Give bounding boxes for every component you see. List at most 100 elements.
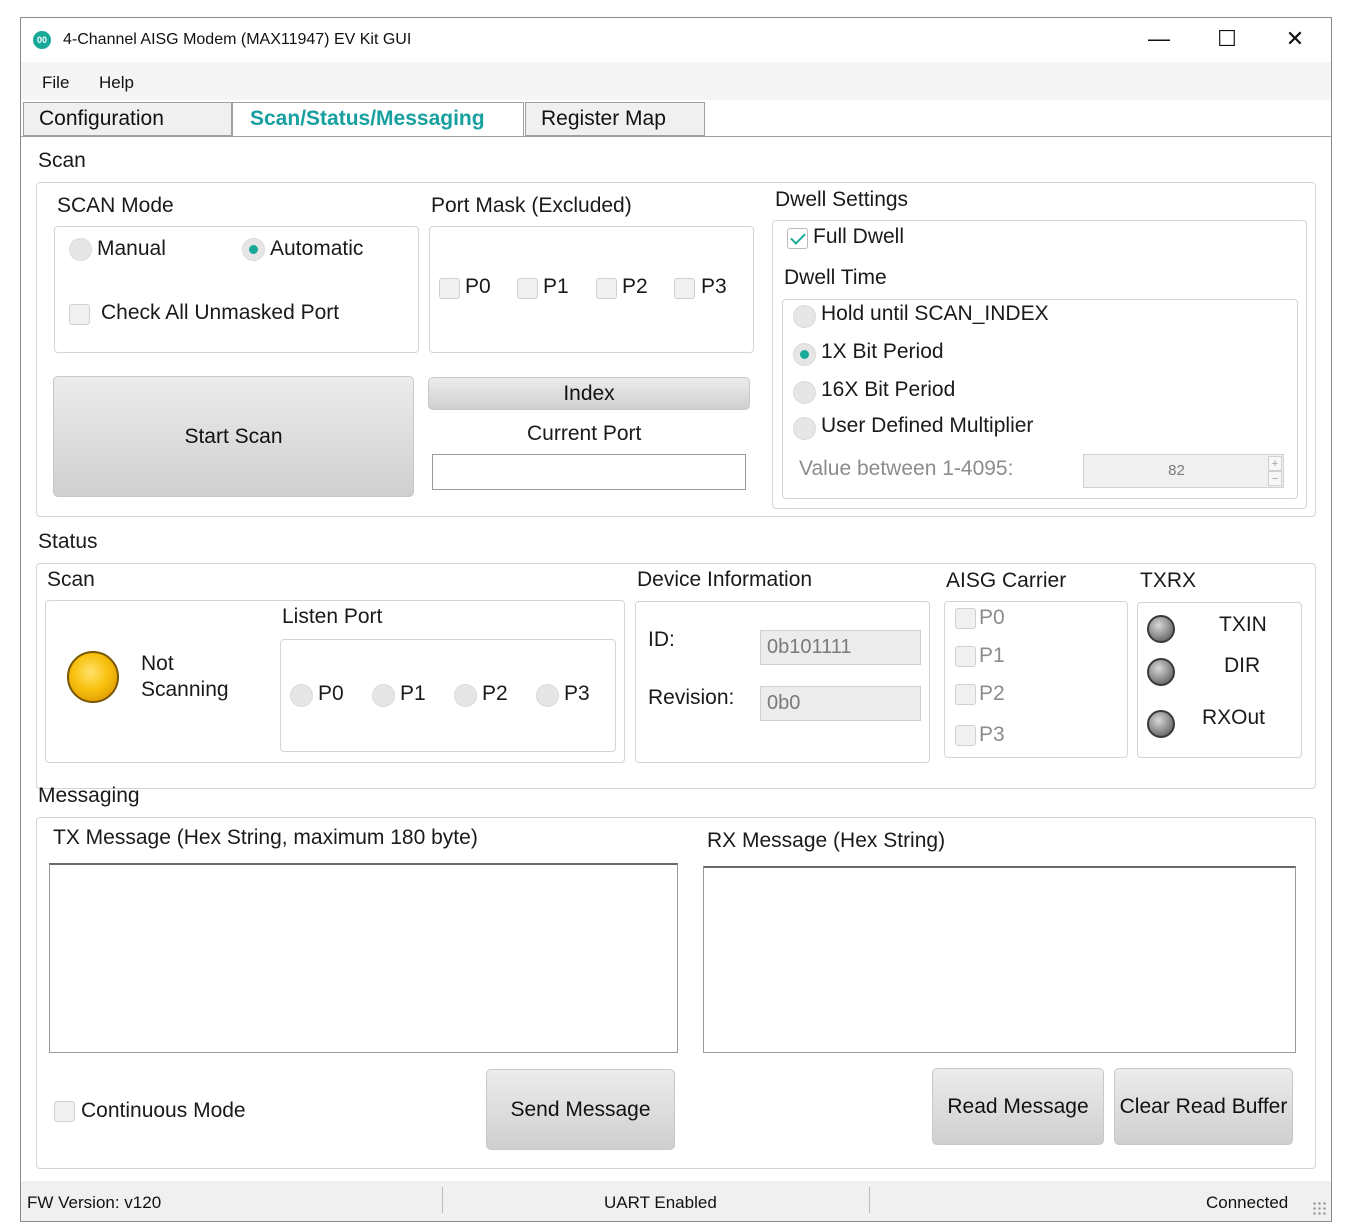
tx-message-label: TX Message (Hex String, maximum 180 byte… bbox=[53, 826, 478, 849]
carrier-p0-checkbox bbox=[955, 608, 976, 629]
listen-p1-radio bbox=[372, 684, 395, 707]
status-section-title: Status bbox=[38, 530, 98, 553]
dwell-time-title: Dwell Time bbox=[784, 266, 887, 289]
menu-file[interactable]: File bbox=[42, 73, 69, 93]
hold-until-scan-index-label: Hold until SCAN_INDEX bbox=[821, 302, 1049, 325]
tab-bar: Configuration Scan/Status/Messaging Regi… bbox=[21, 102, 1331, 138]
full-dwell-label: Full Dwell bbox=[813, 225, 905, 248]
manual-radio[interactable] bbox=[69, 238, 92, 261]
check-all-unmasked-checkbox[interactable] bbox=[69, 304, 90, 325]
continuous-mode-checkbox[interactable] bbox=[54, 1101, 75, 1122]
hold-until-scan-index-radio[interactable] bbox=[793, 305, 816, 328]
1x-bit-period-label: 1X Bit Period bbox=[821, 340, 944, 363]
mask-p0-label: P0 bbox=[465, 275, 491, 298]
listen-p0-label: P0 bbox=[318, 682, 344, 705]
mask-p3-checkbox[interactable] bbox=[674, 278, 695, 299]
manual-label: Manual bbox=[97, 237, 166, 260]
mask-p3-label: P3 bbox=[701, 275, 727, 298]
carrier-p3-label: P3 bbox=[979, 723, 1005, 746]
device-id-label: ID: bbox=[648, 628, 675, 651]
connection-status-text: Connected bbox=[1206, 1193, 1289, 1212]
read-message-button[interactable]: Read Message bbox=[932, 1068, 1104, 1145]
16x-bit-period-radio[interactable] bbox=[793, 381, 816, 404]
menu-bar: File Help bbox=[21, 62, 1331, 100]
mask-p2-label: P2 bbox=[622, 275, 648, 298]
statusbar-divider bbox=[442, 1187, 443, 1213]
full-dwell-checkbox[interactable] bbox=[787, 228, 808, 249]
rxout-label: RXOut bbox=[1202, 706, 1266, 729]
minimize-button[interactable]: — bbox=[1125, 18, 1193, 62]
scan-section-title: Scan bbox=[38, 149, 86, 172]
rx-message-textarea[interactable] bbox=[703, 866, 1296, 1053]
listen-p3-label: P3 bbox=[564, 682, 590, 705]
listen-p1-label: P1 bbox=[400, 682, 426, 705]
maximize-button[interactable]: ☐ bbox=[1193, 18, 1261, 62]
mask-p0-checkbox[interactable] bbox=[439, 278, 460, 299]
messaging-section-title: Messaging bbox=[38, 784, 140, 807]
scan-state-line1: Not bbox=[141, 652, 174, 675]
status-scan-title: Scan bbox=[47, 568, 95, 591]
txrx-title: TXRX bbox=[1140, 569, 1197, 592]
16x-bit-period-label: 16X Bit Period bbox=[821, 378, 956, 401]
rx-message-label: RX Message (Hex String) bbox=[707, 829, 946, 852]
dwell-settings-title: Dwell Settings bbox=[775, 188, 909, 211]
carrier-p1-checkbox bbox=[955, 646, 976, 667]
spin-down-button[interactable]: − bbox=[1268, 471, 1282, 486]
status-bar: FW Version: v120 UART Enabled Connected bbox=[21, 1181, 1331, 1221]
clear-read-buffer-button[interactable]: Clear Read Buffer bbox=[1114, 1068, 1293, 1145]
listen-p2-radio bbox=[454, 684, 477, 707]
statusbar-divider bbox=[869, 1187, 870, 1213]
carrier-p3-checkbox bbox=[955, 725, 976, 746]
device-id-field: 0b101111 bbox=[760, 630, 921, 665]
dir-led-icon bbox=[1147, 658, 1175, 686]
resize-grip-icon[interactable] bbox=[1312, 1201, 1326, 1215]
carrier-p2-label: P2 bbox=[979, 682, 1005, 705]
mask-p1-checkbox[interactable] bbox=[517, 278, 538, 299]
scan-state-led-icon bbox=[67, 651, 119, 703]
index-button[interactable]: Index bbox=[428, 377, 750, 410]
uart-status-text: UART Enabled bbox=[604, 1193, 717, 1212]
fw-version-text: FW Version: v120 bbox=[27, 1193, 162, 1212]
revision-field: 0b0 bbox=[760, 686, 921, 721]
mask-p1-label: P1 bbox=[543, 275, 569, 298]
scan-mode-title: SCAN Mode bbox=[57, 194, 174, 217]
device-info-title: Device Information bbox=[637, 568, 813, 591]
app-logo-icon: 00 bbox=[33, 31, 51, 49]
rxout-led-icon bbox=[1147, 710, 1175, 738]
device-info-group bbox=[635, 601, 930, 763]
tx-message-textarea[interactable] bbox=[49, 863, 678, 1053]
carrier-p0-label: P0 bbox=[979, 606, 1005, 629]
1x-bit-period-radio[interactable] bbox=[793, 343, 816, 366]
port-mask-title: Port Mask (Excluded) bbox=[431, 194, 632, 217]
spin-up-button[interactable]: + bbox=[1268, 456, 1282, 471]
listen-port-title: Listen Port bbox=[282, 605, 383, 628]
listen-p0-radio bbox=[290, 684, 313, 707]
listen-p3-radio bbox=[536, 684, 559, 707]
app-window: 00 4-Channel AISG Modem (MAX11947) EV Ki… bbox=[20, 17, 1332, 1222]
tab-register-map[interactable]: Register Map bbox=[525, 102, 705, 136]
user-defined-multiplier-radio[interactable] bbox=[793, 417, 816, 440]
carrier-p1-label: P1 bbox=[979, 644, 1005, 667]
listen-p2-label: P2 bbox=[482, 682, 508, 705]
aisg-carrier-title: AISG Carrier bbox=[946, 569, 1067, 592]
dir-label: DIR bbox=[1224, 654, 1261, 677]
carrier-p2-checkbox bbox=[955, 684, 976, 705]
tab-configuration[interactable]: Configuration bbox=[23, 102, 232, 136]
multiplier-value-spinbox[interactable]: 82 bbox=[1083, 454, 1284, 488]
automatic-radio[interactable] bbox=[242, 238, 265, 261]
tab-scan-status-messaging[interactable]: Scan/Status/Messaging bbox=[232, 102, 524, 138]
mask-p2-checkbox[interactable] bbox=[596, 278, 617, 299]
title-bar: 00 4-Channel AISG Modem (MAX11947) EV Ki… bbox=[21, 18, 1331, 62]
revision-label: Revision: bbox=[648, 686, 735, 709]
check-all-unmasked-label: Check All Unmasked Port bbox=[101, 301, 340, 324]
scan-state-text: Not Scanning bbox=[141, 651, 229, 703]
current-port-field[interactable] bbox=[432, 454, 746, 490]
send-message-button[interactable]: Send Message bbox=[486, 1069, 675, 1150]
start-scan-button[interactable]: Start Scan bbox=[53, 376, 414, 497]
menu-help[interactable]: Help bbox=[99, 73, 134, 93]
automatic-label: Automatic bbox=[270, 237, 364, 260]
continuous-mode-label: Continuous Mode bbox=[81, 1099, 246, 1122]
close-button[interactable]: ✕ bbox=[1261, 18, 1329, 62]
current-port-label: Current Port bbox=[527, 422, 642, 445]
txin-led-icon bbox=[1147, 615, 1175, 643]
